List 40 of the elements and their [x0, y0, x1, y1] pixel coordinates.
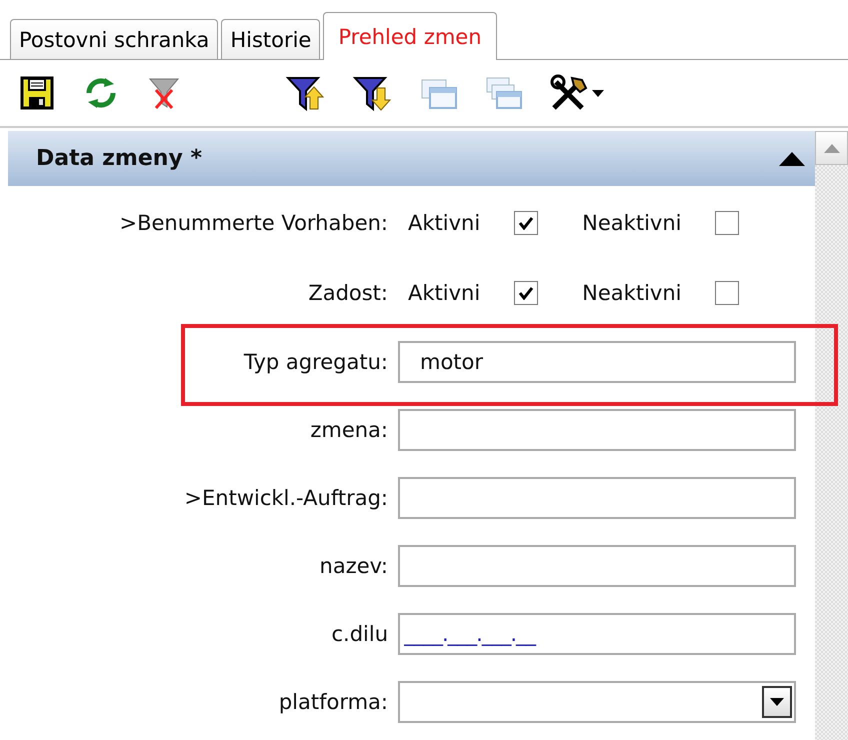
field-label: platforma:	[278, 690, 389, 714]
tools-icon[interactable]	[550, 74, 606, 112]
checkbox-label: Neaktivni	[582, 211, 682, 235]
down-arrow-icon	[770, 698, 784, 706]
dropdown-field[interactable]	[398, 681, 796, 723]
field-label: >Benummerte Vorhaben:	[120, 211, 389, 235]
dropdown-button[interactable]	[762, 686, 792, 718]
field-label: Zadost:	[308, 281, 389, 305]
field-label: Typ agregatu:	[244, 350, 389, 374]
collapse-arrow-icon[interactable]	[779, 152, 805, 166]
tab[interactable]: Postovni schranka	[10, 19, 218, 59]
up-arrow-icon	[824, 144, 840, 152]
scrollbar[interactable]	[815, 131, 848, 740]
checkbox-label: Neaktivni	[582, 281, 682, 305]
input-field[interactable]	[398, 545, 796, 587]
filter-down-icon[interactable]	[353, 75, 393, 111]
input-field[interactable]: ____.___.___.__	[398, 613, 796, 655]
filter-up-icon[interactable]	[286, 75, 326, 111]
checkbox[interactable]	[514, 211, 538, 235]
field-label: c.dilu	[331, 622, 389, 646]
save-icon[interactable]	[20, 76, 56, 110]
checkbox[interactable]	[715, 281, 740, 305]
input-field[interactable]	[398, 409, 796, 451]
tab[interactable]: Historie	[221, 19, 320, 59]
field-label: nazev:	[320, 554, 389, 578]
input-field[interactable]	[398, 477, 796, 519]
field-label: >Entwickl.-Auftrag:	[184, 486, 389, 510]
section-title: Data zmeny *	[36, 146, 202, 171]
section-header[interactable]: Data zmeny *	[8, 131, 815, 186]
tab[interactable]: Prehled zmen	[323, 12, 497, 60]
checkmark-icon	[518, 216, 534, 230]
checkbox-label: Aktivni	[408, 281, 480, 305]
field-label: zmena:	[310, 418, 389, 442]
filter-clear-icon[interactable]	[146, 76, 182, 110]
checkbox[interactable]	[514, 281, 538, 305]
checkbox[interactable]	[715, 211, 740, 235]
input-field[interactable]: motor	[398, 341, 796, 383]
scroll-up-button[interactable]	[815, 131, 848, 165]
checkbox-label: Aktivni	[408, 211, 480, 235]
checkmark-icon	[518, 286, 534, 300]
